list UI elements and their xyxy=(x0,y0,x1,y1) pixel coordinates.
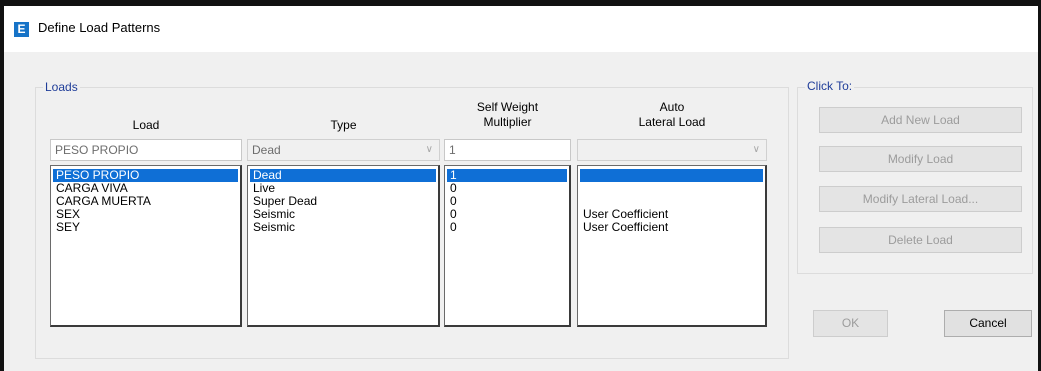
type-column-header: Type xyxy=(330,118,357,132)
auto-header-line1: Auto xyxy=(659,100,685,114)
loads-group-label: Loads xyxy=(43,80,80,94)
delete-load-button[interactable]: Delete Load xyxy=(819,227,1022,253)
load-column-header: Load xyxy=(132,118,160,132)
chevron-down-icon: ∨ xyxy=(425,144,433,155)
type-dropdown-value: Dead xyxy=(252,143,281,157)
multiplier-header-line2: Multiplier xyxy=(483,115,532,129)
list-item[interactable]: 0 xyxy=(447,208,567,221)
list-item[interactable]: SEY xyxy=(53,221,238,234)
multiplier-list[interactable]: 1 0 0 0 0 xyxy=(444,165,571,327)
chevron-down-icon: ∨ xyxy=(752,144,760,155)
list-item[interactable]: 0 xyxy=(447,195,567,208)
list-item[interactable]: SEX xyxy=(53,208,238,221)
auto-lateral-column-header: Auto Lateral Load xyxy=(577,100,767,130)
type-list[interactable]: Dead Live Super Dead Seismic Seismic xyxy=(247,165,440,327)
load-name-list[interactable]: PESO PROPIO CARGA VIVA CARGA MUERTA SEX … xyxy=(50,165,242,327)
load-name-input[interactable]: PESO PROPIO xyxy=(50,139,242,161)
modify-lateral-load-button[interactable]: Modify Lateral Load... xyxy=(819,186,1022,212)
add-new-load-button[interactable]: Add New Load xyxy=(819,107,1022,133)
click-to-group-label: Click To: xyxy=(805,79,855,93)
multiplier-input[interactable]: 1 xyxy=(444,139,571,161)
list-item[interactable]: CARGA MUERTA xyxy=(53,195,238,208)
dialog-client-area: Loads Load Type Self Weight Multiplier A… xyxy=(4,52,1038,371)
ok-button[interactable]: OK xyxy=(813,310,888,337)
list-item[interactable]: 1 xyxy=(447,169,567,182)
list-item[interactable]: Seismic xyxy=(250,221,436,234)
title-bar: E Define Load Patterns xyxy=(4,6,1038,52)
list-item[interactable]: 0 xyxy=(447,182,567,195)
auto-lateral-list[interactable]: User Coefficient User Coefficient xyxy=(577,165,767,327)
multiplier-column-header: Self Weight Multiplier xyxy=(444,100,571,130)
auto-lateral-dropdown[interactable]: ∨ xyxy=(577,139,767,161)
list-item[interactable]: Dead xyxy=(250,169,436,182)
type-dropdown[interactable]: Dead ∨ xyxy=(247,139,440,161)
window-title: Define Load Patterns xyxy=(38,20,161,35)
list-item[interactable] xyxy=(580,182,763,195)
list-item[interactable]: User Coefficient xyxy=(580,221,763,234)
auto-header-line2: Lateral Load xyxy=(638,115,706,129)
list-item[interactable] xyxy=(580,169,763,182)
etabs-app-icon: E xyxy=(14,22,29,37)
list-item[interactable]: 0 xyxy=(447,221,567,234)
multiplier-header-line1: Self Weight xyxy=(476,100,539,114)
modify-load-button[interactable]: Modify Load xyxy=(819,146,1022,172)
cancel-button[interactable]: Cancel xyxy=(944,310,1032,337)
